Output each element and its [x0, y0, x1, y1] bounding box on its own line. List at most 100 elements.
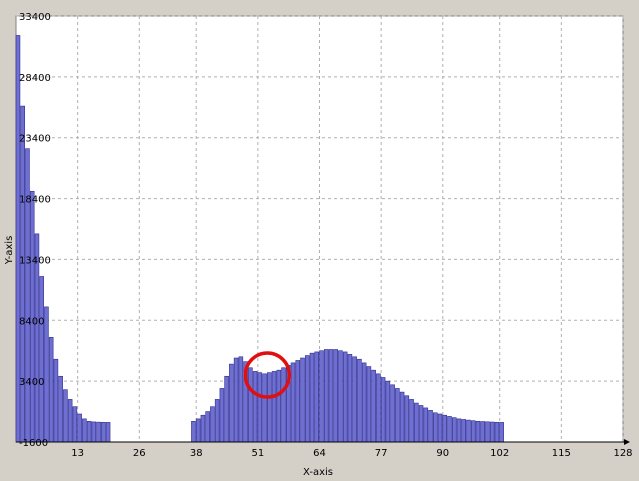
x-tick-label: 26	[133, 448, 146, 459]
histogram-bar	[86, 421, 92, 443]
histogram-bar	[290, 362, 296, 443]
histogram-bar	[96, 421, 101, 443]
histogram-bar	[91, 421, 97, 443]
histogram-bar	[20, 105, 25, 443]
histogram-bar	[494, 421, 500, 443]
histogram-bar	[409, 399, 414, 443]
histogram-bar	[418, 405, 424, 443]
histogram-bar	[25, 148, 30, 443]
histogram-bar	[39, 276, 44, 443]
histogram-bar	[447, 416, 452, 443]
histogram-bar	[352, 356, 357, 443]
histogram-bar	[262, 373, 267, 443]
histogram-bar	[238, 356, 244, 443]
histogram-bar	[319, 350, 324, 443]
x-tick-label: 13	[71, 448, 84, 459]
x-axis-arrow-icon	[624, 439, 630, 445]
histogram-bar	[390, 384, 395, 443]
histogram-bar	[357, 358, 362, 443]
histogram-bar	[233, 357, 239, 443]
histogram-bar	[328, 349, 334, 443]
histogram-bar	[414, 402, 419, 443]
histogram-bar	[466, 419, 471, 443]
histogram-bar	[224, 375, 229, 443]
y-tick-label: 23400	[19, 134, 51, 145]
x-tick-label: 102	[490, 448, 509, 459]
histogram-bar	[442, 414, 448, 443]
histogram-bar	[433, 412, 438, 443]
histogram-bar	[361, 362, 367, 443]
y-tick-label: 8400	[19, 316, 44, 327]
histogram-bar	[191, 421, 196, 443]
histogram-bar	[300, 357, 305, 443]
histogram-bar	[210, 406, 215, 443]
y-axis-title: Y-axis	[4, 236, 15, 266]
histogram-bar	[323, 349, 329, 443]
x-tick-label: 38	[190, 448, 203, 459]
histogram-bar	[200, 414, 206, 443]
y-tick-label: 28400	[19, 73, 51, 84]
histogram-bar	[380, 377, 386, 443]
histogram-bar	[395, 388, 400, 443]
histogram-bar	[428, 410, 433, 443]
histogram-bar	[342, 351, 348, 443]
histogram-bar	[44, 306, 49, 443]
histogram-bar	[437, 413, 443, 443]
histogram-bar	[314, 351, 320, 443]
x-tick-label: 128	[613, 448, 632, 459]
histogram-bar	[304, 355, 310, 443]
histogram-bar	[475, 421, 481, 443]
histogram-bar	[485, 421, 490, 443]
histogram-bar	[271, 371, 277, 443]
histogram-bar	[82, 418, 87, 443]
histogram-bar	[267, 372, 272, 443]
histogram-bar	[333, 349, 338, 443]
histogram-bar	[58, 375, 63, 443]
histogram-bar	[470, 420, 476, 443]
histogram-bar	[72, 406, 78, 443]
histogram-bar	[499, 422, 504, 443]
histogram-bar	[461, 419, 467, 443]
histogram-bar	[480, 421, 485, 443]
histogram-bar	[105, 422, 111, 443]
histogram-bar	[205, 411, 210, 443]
histogram-chart: -1600 3400 8400 13400 18400 23400 28400 33400 1…	[4, 12, 633, 478]
histogram-bar	[252, 371, 258, 443]
histogram-bar	[399, 391, 405, 443]
histogram-bar	[456, 418, 462, 443]
y-tick-label: -1600	[19, 438, 48, 449]
histogram-bar	[404, 395, 410, 443]
histogram-bar	[219, 388, 225, 443]
histogram-bar	[248, 367, 253, 443]
x-axis-title: X-axis	[303, 467, 333, 478]
histogram-bar	[67, 399, 73, 443]
y-tick-label: 13400	[19, 255, 51, 266]
x-tick-label: 64	[313, 448, 326, 459]
histogram-bar	[276, 369, 282, 443]
histogram-bar	[366, 366, 372, 443]
x-tick-label: 90	[436, 448, 449, 459]
x-tick-label: 115	[552, 448, 571, 459]
y-tick-label: 3400	[19, 377, 44, 388]
histogram-bar	[77, 413, 82, 443]
x-tick-label: 51	[251, 448, 264, 459]
histogram-bar	[195, 418, 201, 443]
histogram-bar	[257, 372, 263, 443]
histogram-bar	[101, 421, 106, 443]
histogram-bar	[338, 350, 343, 443]
histogram-bar	[281, 367, 286, 443]
histogram-bar	[376, 373, 381, 443]
y-tick-label: 18400	[19, 195, 51, 206]
histogram-bar	[214, 399, 220, 443]
histogram-bar	[451, 417, 457, 443]
histogram-bar	[423, 407, 429, 443]
histogram-bar	[385, 380, 391, 443]
histogram-bar	[295, 360, 301, 443]
histogram-bar	[63, 389, 68, 443]
y-tick-label: 33400	[19, 12, 51, 23]
histogram-bar	[229, 363, 234, 443]
histogram-bar	[489, 421, 495, 443]
histogram-bar	[309, 352, 315, 443]
chart-frame: -1600 3400 8400 13400 18400 23400 28400 33400 1…	[0, 0, 639, 481]
histogram-bar	[48, 337, 54, 443]
